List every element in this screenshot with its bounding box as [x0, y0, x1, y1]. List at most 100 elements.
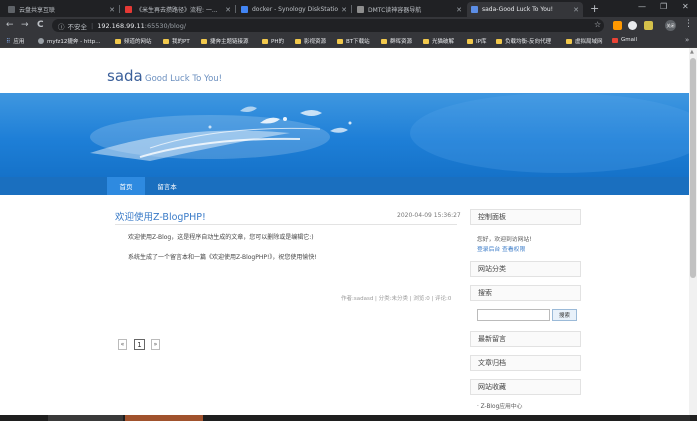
tab-favicon	[125, 6, 132, 13]
bookmark-folder[interactable]: IP库	[467, 37, 486, 45]
bookmark-gmail[interactable]: Gmail	[612, 37, 637, 43]
tab-close-icon[interactable]: ✕	[573, 6, 579, 14]
folder-icon	[262, 38, 268, 44]
bookmark-label: Gmail	[621, 37, 638, 43]
bookmark-folder[interactable]: 影视资源	[295, 37, 326, 45]
sidebar-favorites-header: 网站收藏	[470, 379, 581, 395]
tab-favicon	[471, 6, 478, 13]
pagination-prev[interactable]: «	[118, 339, 127, 350]
browser-toolbar: ← → C ⓘ 不安全 | 192.168.99.11 :65530/blog/…	[0, 17, 697, 34]
bookmark-label: 负载均衡-反向代理	[505, 39, 551, 45]
nav-label: 首页	[119, 183, 133, 191]
browser-menu-icon[interactable]: ⋮	[684, 19, 693, 29]
tab-title: DMTC读神容器导航	[368, 7, 422, 14]
browser-tab[interactable]: 《米生再去攒路径》流程: 一... ✕	[121, 2, 235, 17]
extension-cloud-icon[interactable]	[628, 21, 637, 30]
folder-icon	[566, 38, 572, 44]
view-permissions-link[interactable]: 查看权限	[502, 247, 525, 253]
taskbar-app[interactable]	[48, 415, 123, 421]
profile-avatar[interactable]: 关闭	[665, 20, 676, 31]
bookmark-folder[interactable]: 我的PT	[163, 37, 190, 45]
site-info-icon[interactable]: ⓘ	[58, 21, 65, 31]
bookmarks-overflow-icon[interactable]: »	[685, 36, 689, 44]
sidebar-search-input[interactable]	[477, 309, 550, 321]
mail-icon	[612, 37, 618, 43]
nav-guestbook[interactable]: 留言本	[148, 177, 186, 195]
bookmark-star-icon[interactable]: ☆	[594, 20, 601, 29]
bookmark-folder[interactable]: 捷奔主题链接源	[201, 37, 249, 45]
bookmark-folder[interactable]: 光猫破解	[423, 37, 454, 45]
pagination-next[interactable]: »	[151, 339, 160, 350]
close-window-button[interactable]: ✕	[682, 2, 689, 11]
sidebar-categories-header: 网站分类	[470, 261, 581, 277]
tab-close-icon[interactable]: ✕	[456, 6, 462, 14]
tab-title: 《米生再去攒路径》流程: 一...	[136, 7, 218, 14]
sidebar-heading: 控制面板	[478, 213, 506, 221]
extension-icon[interactable]	[644, 21, 653, 30]
sidebar-archives-header: 文章归档	[470, 355, 581, 371]
tab-close-icon[interactable]: ✕	[341, 6, 347, 14]
post-date: 2020-04-09 15:36:27	[397, 212, 461, 219]
tab-separator	[235, 5, 236, 13]
bookmarks-bar: ⠿ 应用 myfz12捷奔 - http... 频道的网站 我的PT 捷奔主题链接…	[0, 34, 697, 48]
folder-icon	[381, 38, 387, 44]
sidebar-control-panel-header: 控制面板	[470, 209, 581, 225]
bookmark-label: BT下载站	[346, 39, 370, 45]
tab-title: sada-Good Luck To You!	[482, 6, 554, 13]
bookmark-folder[interactable]: 频道的网站	[115, 37, 152, 45]
pagination-current[interactable]: 1	[134, 339, 145, 350]
forward-button[interactable]: →	[21, 20, 29, 30]
site-title[interactable]: sada	[107, 67, 143, 85]
post-paragraph: 欢迎使用Z-Blog，这是程序自动生成的文章，您可以删除或是编辑它:)	[128, 234, 314, 241]
tab-separator	[351, 5, 352, 13]
reload-button[interactable]: C	[37, 20, 44, 30]
back-button[interactable]: ←	[6, 20, 14, 30]
sidebar-search-button[interactable]: 搜索	[552, 309, 577, 321]
tab-close-icon[interactable]: ✕	[109, 6, 115, 14]
globe-icon	[38, 38, 44, 44]
scrollbar-thumb[interactable]	[690, 58, 696, 278]
bookmark-folder[interactable]: 虚拟局域网	[566, 37, 603, 45]
header-banner	[0, 93, 689, 177]
bookmark-folder[interactable]: 群晖资源	[381, 37, 412, 45]
maximize-button[interactable]: ❐	[660, 2, 667, 11]
bookmark-label: PH的	[271, 39, 284, 45]
taskbar-tray	[640, 415, 690, 421]
bookmark-folder[interactable]: BT下载站	[337, 37, 370, 45]
sidebar-favorite-link[interactable]: · Z-Blog应用中心	[477, 401, 522, 410]
bookmark-folder[interactable]: PH的	[262, 37, 284, 45]
login-link[interactable]: 登录后台	[477, 247, 500, 253]
tab-favicon	[357, 6, 364, 13]
bookmark-label: 应用	[13, 39, 25, 45]
tab-separator	[119, 5, 120, 13]
browser-tab[interactable]: DMTC读神容器导航 ✕	[353, 2, 466, 17]
browser-tab[interactable]: 云盘共享互联 ✕	[4, 2, 119, 17]
post-paragraph: 系统生成了一个留言本和一篇《欢迎使用Z-BlogPHP!》，祝您使用愉快!	[128, 254, 317, 261]
tab-title: docker - Synology DiskStation	[252, 6, 339, 13]
browser-tab-active[interactable]: sada-Good Luck To You! ✕	[467, 2, 583, 17]
bookmark-label: myfz12捷奔 - http...	[47, 39, 101, 45]
bookmark-label: 影视资源	[304, 39, 327, 45]
extension-icon[interactable]	[613, 21, 622, 30]
site-subtitle: Good Luck To You!	[145, 74, 223, 84]
browser-tab[interactable]: docker - Synology DiskStation ✕	[237, 2, 351, 17]
folder-icon	[467, 38, 473, 44]
tab-close-icon[interactable]: ✕	[225, 6, 231, 14]
bookmark-folder[interactable]: 负载均衡-反向代理	[496, 37, 551, 45]
site-navbar: 首页 留言本	[0, 177, 689, 195]
bookmark-item[interactable]: myfz12捷奔 - http...	[38, 37, 100, 45]
sidebar-heading: 文章归档	[478, 359, 506, 367]
nav-home[interactable]: 首页	[107, 177, 145, 195]
post-title[interactable]: 欢迎使用Z-BlogPHP!	[115, 209, 206, 223]
insecure-label: 不安全	[67, 22, 88, 31]
taskbar-app[interactable]	[125, 415, 203, 421]
bookmark-apps[interactable]: ⠿ 应用	[6, 37, 25, 46]
folder-icon	[115, 38, 121, 44]
new-tab-button[interactable]: +	[590, 2, 599, 15]
minimize-button[interactable]: —	[638, 2, 646, 11]
page-scrollbar[interactable]: ▲	[689, 48, 697, 415]
address-host: 192.168.99.11	[97, 21, 145, 30]
scroll-up-arrow-icon[interactable]: ▲	[690, 49, 694, 55]
address-bar[interactable]: ⓘ 不安全 | 192.168.99.11 :65530/blog/	[52, 19, 604, 32]
nav-label: 留言本	[157, 183, 177, 191]
